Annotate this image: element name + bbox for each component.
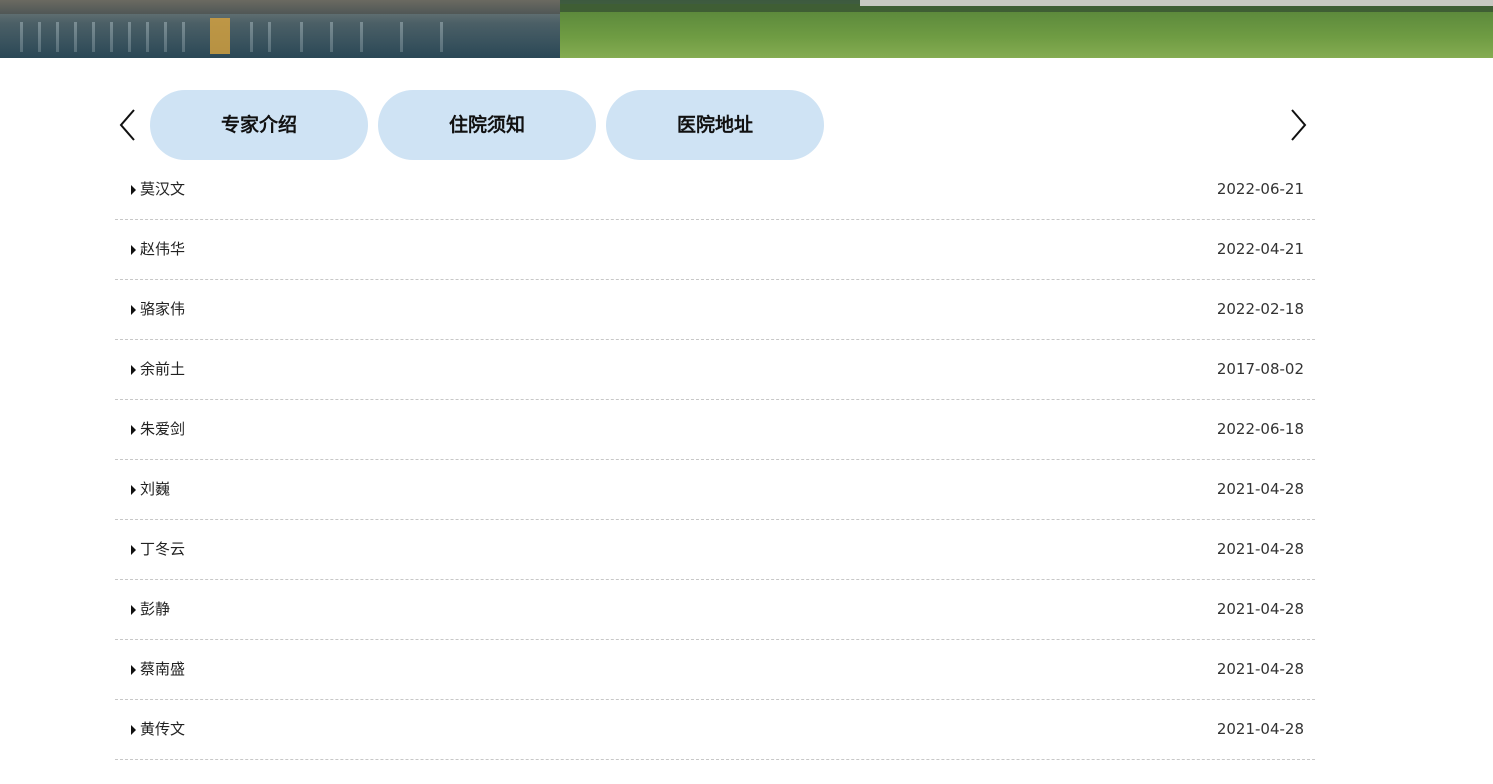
list-item-title[interactable]: 刘巍 [140, 479, 170, 499]
banner-image [0, 0, 1493, 58]
list-item: 莫汉文 2022-06-21 [115, 160, 1315, 220]
list-item-date: 2022-04-21 [1216, 240, 1304, 258]
chevron-right-icon[interactable] [1287, 108, 1309, 142]
caret-right-icon [131, 185, 136, 195]
list-item: 朱爱剑 2022-06-18 [115, 400, 1315, 460]
chevron-left-icon[interactable] [117, 108, 139, 142]
list-item: 丁冬云 2021-04-28 [115, 520, 1315, 580]
expert-list: 莫汉文 2022-06-21 赵伟华 2022-04-21 骆家伟 2022-0… [115, 160, 1315, 760]
list-item: 彭静 2021-04-28 [115, 580, 1315, 640]
list-item-title[interactable]: 丁冬云 [140, 539, 185, 559]
list-item-date: 2022-06-18 [1216, 420, 1304, 438]
tab-hospital-address[interactable]: 医院地址 [606, 90, 824, 160]
list-item-title[interactable]: 赵伟华 [140, 239, 185, 259]
caret-right-icon [131, 365, 136, 375]
caret-right-icon [131, 725, 136, 735]
caret-right-icon [131, 605, 136, 615]
tab-carousel: 专家介绍 住院须知 医院地址 [115, 90, 1315, 160]
caret-right-icon [131, 545, 136, 555]
list-item-date: 2021-04-28 [1216, 480, 1304, 498]
list-item: 赵伟华 2022-04-21 [115, 220, 1315, 280]
list-item: 刘巍 2021-04-28 [115, 460, 1315, 520]
list-item-title[interactable]: 朱爱剑 [140, 419, 185, 439]
list-item-title[interactable]: 骆家伟 [140, 299, 185, 319]
list-item-date: 2017-08-02 [1216, 360, 1304, 378]
banner-water-reflection [0, 14, 560, 58]
list-item-date: 2021-04-28 [1216, 660, 1304, 678]
list-item-date: 2021-04-28 [1216, 540, 1304, 558]
caret-right-icon [131, 425, 136, 435]
list-item: 骆家伟 2022-02-18 [115, 280, 1315, 340]
caret-right-icon [131, 485, 136, 495]
banner-road [860, 0, 1493, 6]
tab-admission-notice[interactable]: 住院须知 [378, 90, 596, 160]
list-item-title[interactable]: 黄传文 [140, 719, 185, 739]
list-item-title[interactable]: 余前土 [140, 359, 185, 379]
caret-right-icon [131, 305, 136, 315]
list-item-date: 2021-04-28 [1216, 600, 1304, 618]
tab-expert-intro[interactable]: 专家介绍 [150, 90, 368, 160]
caret-right-icon [131, 245, 136, 255]
list-item: 蔡南盛 2021-04-28 [115, 640, 1315, 700]
list-item-title[interactable]: 彭静 [140, 599, 170, 619]
list-item-date: 2021-04-28 [1216, 720, 1304, 738]
list-item: 黄传文 2021-04-28 [115, 700, 1315, 760]
list-item: 余前土 2017-08-02 [115, 340, 1315, 400]
list-item-date: 2022-06-21 [1216, 180, 1304, 198]
banner-lawn [560, 12, 1493, 58]
caret-right-icon [131, 665, 136, 675]
list-item-date: 2022-02-18 [1216, 300, 1304, 318]
banner-yellow-panel [210, 18, 230, 54]
list-item-title[interactable]: 蔡南盛 [140, 659, 185, 679]
list-item-title[interactable]: 莫汉文 [140, 179, 185, 199]
